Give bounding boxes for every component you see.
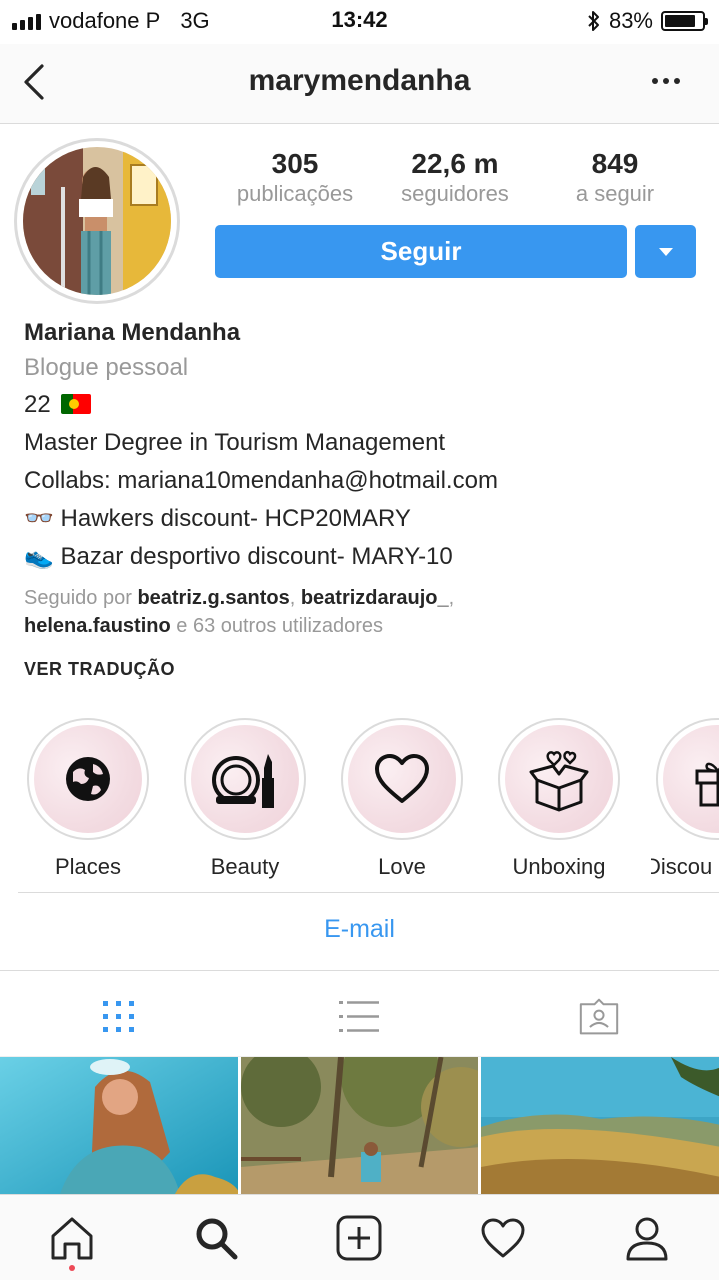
bio-line: 👓 Hawkers discount- HCP20MARY bbox=[24, 505, 411, 532]
add-post-icon bbox=[336, 1215, 382, 1261]
divider bbox=[18, 892, 719, 893]
bluetooth-icon bbox=[588, 11, 599, 31]
highlight-ring bbox=[341, 718, 463, 840]
search-icon bbox=[196, 1218, 238, 1260]
bio-line: 👟 Bazar desportivo discount- MARY-10 bbox=[24, 543, 453, 570]
post-thumbnail[interactable] bbox=[481, 1057, 719, 1194]
highlight-discounts[interactable]: Discou bbox=[651, 718, 719, 880]
page-title: marymendanha bbox=[248, 64, 471, 97]
follower-link[interactable]: helena.faustino bbox=[24, 615, 171, 637]
highlight-label: Places bbox=[54, 854, 122, 879]
battery-icon bbox=[661, 11, 708, 31]
followed-by-prefix: Seguido por bbox=[24, 587, 132, 609]
portugal-flag-icon bbox=[61, 394, 92, 414]
email-button[interactable]: E-mail bbox=[0, 915, 719, 944]
gift-box-icon bbox=[529, 750, 589, 812]
status-bar: vodafone P 3G 13:42 83% bbox=[0, 0, 719, 40]
profile-header: marymendanha bbox=[0, 44, 719, 124]
highlight-ring bbox=[27, 718, 149, 840]
heart-outline-icon bbox=[481, 1218, 525, 1258]
story-highlights: Places Beauty Love Unboxing Discou bbox=[0, 718, 719, 880]
tab-tagged[interactable] bbox=[579, 997, 619, 1037]
battery-percent: 83% bbox=[608, 8, 653, 33]
follower-link[interactable]: beatrizdaraujo_ bbox=[301, 587, 449, 609]
profile-category: Blogue pessoal bbox=[24, 354, 189, 381]
bio-age: 22 bbox=[24, 391, 51, 418]
makeup-icon bbox=[212, 754, 274, 808]
profile-name: Mariana Mendanha bbox=[24, 319, 241, 346]
highlight-ring bbox=[184, 718, 306, 840]
profile-avatar[interactable] bbox=[14, 138, 180, 304]
highlight-label: Beauty bbox=[210, 854, 280, 879]
avatar-photo bbox=[23, 147, 171, 295]
avatar bbox=[23, 147, 171, 295]
nav-activity[interactable] bbox=[478, 1213, 528, 1263]
nav-home[interactable] bbox=[47, 1213, 97, 1263]
profile-stats: 305 publicações 22,6 m seguidores 849 a … bbox=[215, 148, 695, 208]
stat-label: publicações bbox=[236, 181, 354, 206]
more-options-button[interactable] bbox=[651, 66, 681, 96]
highlight-label: Love bbox=[378, 854, 426, 879]
profile-tabs bbox=[0, 970, 719, 1057]
notification-dot bbox=[69, 1265, 75, 1271]
bio-line: Collabs: mariana10mendanha@hotmail.com bbox=[24, 467, 498, 494]
bio-line: Master Degree in Tourism Management bbox=[24, 429, 446, 456]
heart-icon bbox=[375, 754, 429, 803]
stat-following[interactable]: 849 a seguir bbox=[535, 148, 695, 208]
suggestions-dropdown-button[interactable] bbox=[635, 225, 696, 278]
followed-by[interactable]: Seguido por beatriz.g.santos, beatrizdar… bbox=[24, 584, 714, 640]
stat-value: 305 bbox=[271, 148, 319, 179]
bio: Mariana Mendanha Blogue pessoal 22 Maste… bbox=[24, 316, 704, 576]
highlight-beauty[interactable]: Beauty bbox=[180, 718, 310, 880]
stat-posts[interactable]: 305 publicações bbox=[215, 148, 375, 208]
tagged-user-icon bbox=[579, 998, 619, 1035]
highlight-ring bbox=[498, 718, 620, 840]
post-thumbnail[interactable] bbox=[0, 1057, 238, 1194]
gift-icon bbox=[695, 762, 719, 807]
see-translation-button[interactable]: VER TRADUÇÃO bbox=[24, 659, 175, 680]
stat-label: a seguir bbox=[575, 181, 655, 206]
highlight-label: Unboxing bbox=[512, 854, 606, 879]
nav-profile[interactable] bbox=[622, 1213, 672, 1263]
tab-grid[interactable] bbox=[99, 997, 139, 1037]
post-grid bbox=[0, 1057, 719, 1194]
grid-icon bbox=[103, 1001, 134, 1032]
bio-age-line: 22 bbox=[24, 386, 704, 424]
tab-list[interactable] bbox=[339, 997, 379, 1037]
list-icon bbox=[339, 1001, 379, 1032]
followed-by-suffix: e 63 outros utilizadores bbox=[176, 615, 384, 637]
highlight-love[interactable]: Love bbox=[337, 718, 467, 880]
highlight-label: Discou bbox=[651, 854, 713, 879]
follow-button[interactable]: Seguir bbox=[215, 225, 627, 278]
post-thumbnail[interactable] bbox=[240, 1057, 479, 1194]
stat-followers[interactable]: 22,6 m seguidores bbox=[375, 148, 535, 208]
highlight-unboxing[interactable]: Unboxing bbox=[494, 718, 624, 880]
status-right: 83% bbox=[587, 8, 708, 34]
more-horizontal-icon bbox=[652, 78, 680, 84]
nav-new-post[interactable] bbox=[334, 1213, 384, 1263]
profile-icon bbox=[626, 1217, 668, 1261]
post-image bbox=[0, 1057, 238, 1194]
follower-link[interactable]: beatriz.g.santos bbox=[137, 587, 289, 609]
home-icon bbox=[51, 1217, 93, 1260]
post-image bbox=[240, 1057, 479, 1194]
highlight-places[interactable]: Places bbox=[23, 718, 153, 880]
stat-value: 849 bbox=[591, 148, 639, 179]
stat-value: 22,6 m bbox=[411, 148, 499, 179]
stat-label: seguidores bbox=[401, 181, 509, 206]
post-image bbox=[481, 1057, 719, 1194]
triangle-down-icon bbox=[658, 247, 673, 256]
highlight-ring bbox=[656, 718, 719, 840]
globe-icon bbox=[66, 757, 110, 801]
nav-search[interactable] bbox=[191, 1213, 241, 1263]
bottom-nav bbox=[0, 1194, 719, 1280]
